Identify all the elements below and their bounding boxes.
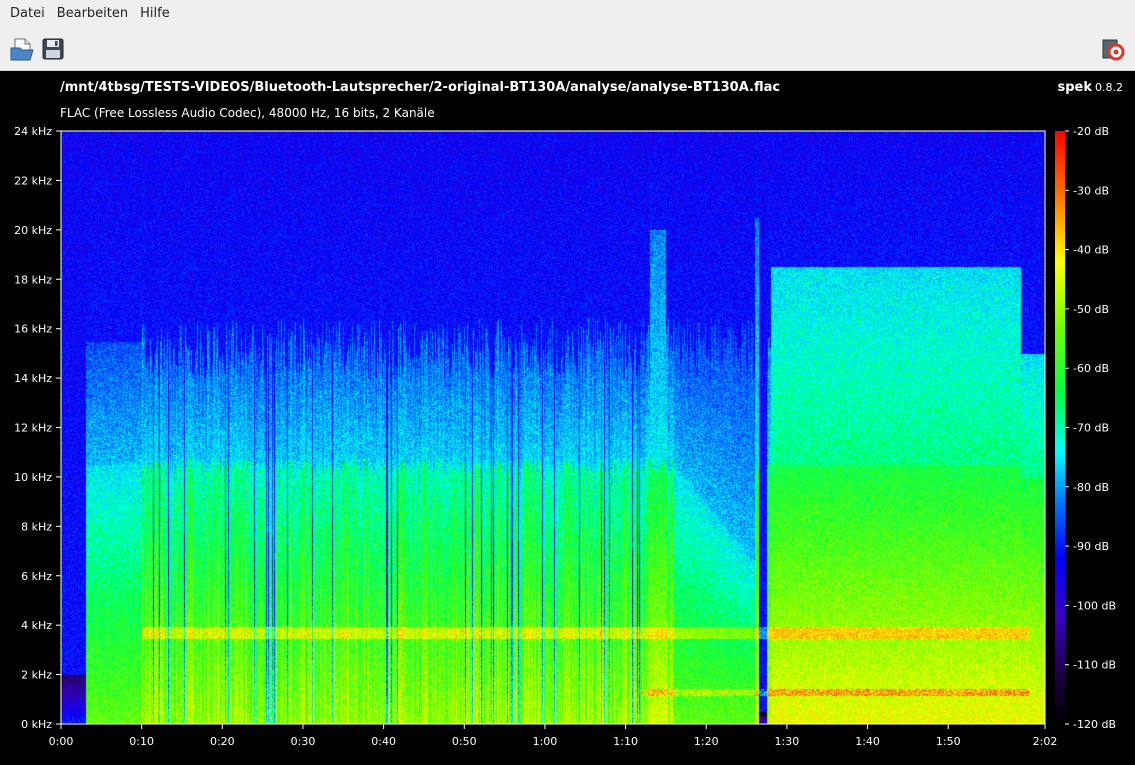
y-tick-label: 4 kHz (21, 619, 52, 632)
y-tick-label: 20 kHz (14, 224, 52, 237)
x-tick-label: 0:00 (49, 735, 74, 748)
x-tick-label: 0:10 (129, 735, 154, 748)
x-tick-label: 1:50 (936, 735, 961, 748)
x-tick-label: 1:20 (694, 735, 719, 748)
colorbar-tick-label: -120 dB (1073, 718, 1116, 731)
x-tick-label: 0:30 (291, 735, 316, 748)
x-tick-label: 2:02 (1033, 735, 1058, 748)
spectrogram-heatmap (61, 131, 1045, 724)
y-tick-label: 24 kHz (14, 125, 52, 138)
x-tick-label: 1:40 (855, 735, 880, 748)
open-file-button[interactable] (8, 35, 36, 63)
x-tick-label: 1:10 (613, 735, 638, 748)
app-version: 0.8.2 (1095, 81, 1123, 94)
y-tick-label: 16 kHz (14, 323, 52, 336)
open-file-icon (10, 38, 34, 61)
y-tick-label: 2 kHz (21, 669, 52, 682)
colorbar-tick-label: -100 dB (1073, 599, 1116, 612)
y-tick-label: 6 kHz (21, 570, 52, 583)
colorbar-tick-label: -90 dB (1073, 540, 1109, 553)
y-tick-label: 22 kHz (14, 174, 52, 187)
colorbar-tick-label: -40 dB (1073, 244, 1109, 257)
y-tick-label: 0 kHz (21, 718, 52, 731)
spectrogram-viewer: 0 kHz 2 kHz 4 kHz 6 kHz 8 kHz 10 kHz 12 kHz 14 … (0, 71, 1135, 765)
spek-window: Datei Bearbeiten Hilfe 0 kHz 2 kHz 4 kHz… (0, 0, 1135, 765)
save-button[interactable] (39, 35, 67, 63)
app-name: spek (1057, 80, 1092, 95)
spectrogram-chart: 0 kHz 2 kHz 4 kHz 6 kHz 8 kHz 10 kHz 12 kHz 14 … (14, 125, 1116, 748)
y-tick-label: 8 kHz (21, 520, 52, 533)
file-path: /mnt/4tbsg/TESTS-VIDEOS/Bluetooth-Lautsp… (60, 80, 781, 95)
menu-hilfe[interactable]: Hilfe (134, 0, 176, 27)
x-tick-label: 0:40 (371, 735, 396, 748)
file-info: FLAC (Free Lossless Audio Codec), 48000 … (60, 106, 435, 120)
colorbar-tick-label: -60 dB (1073, 362, 1109, 375)
colorbar (1055, 131, 1065, 724)
x-tick-label: 1:00 (533, 735, 558, 748)
colorbar-tick-label: -80 dB (1073, 481, 1109, 494)
colorbar-tick-label: -110 dB (1073, 659, 1116, 672)
x-tick-label: 0:50 (452, 735, 477, 748)
about-icon (1102, 39, 1125, 61)
colorbar-tick-label: -30 dB (1073, 184, 1109, 197)
menu-bar: Datei Bearbeiten Hilfe (0, 0, 1135, 27)
y-tick-label: 18 kHz (14, 273, 52, 286)
menu-datei[interactable]: Datei (4, 0, 51, 27)
save-icon (42, 38, 64, 60)
y-tick-label: 10 kHz (14, 471, 52, 484)
y-tick-label: 12 kHz (14, 422, 52, 435)
colorbar-tick-label: -70 dB (1073, 422, 1109, 435)
x-tick-label: 0:20 (210, 735, 235, 748)
y-tick-label: 14 kHz (14, 372, 52, 385)
app-name-label: spek 0.8.2 (1057, 80, 1123, 95)
about-button[interactable] (1099, 35, 1127, 63)
menu-bearbeiten[interactable]: Bearbeiten (51, 0, 134, 27)
colorbar-tick-label: -50 dB (1073, 303, 1109, 316)
x-tick-label: 1:30 (775, 735, 800, 748)
colorbar-tick-label: -20 dB (1073, 125, 1109, 138)
toolbar (0, 27, 1135, 71)
